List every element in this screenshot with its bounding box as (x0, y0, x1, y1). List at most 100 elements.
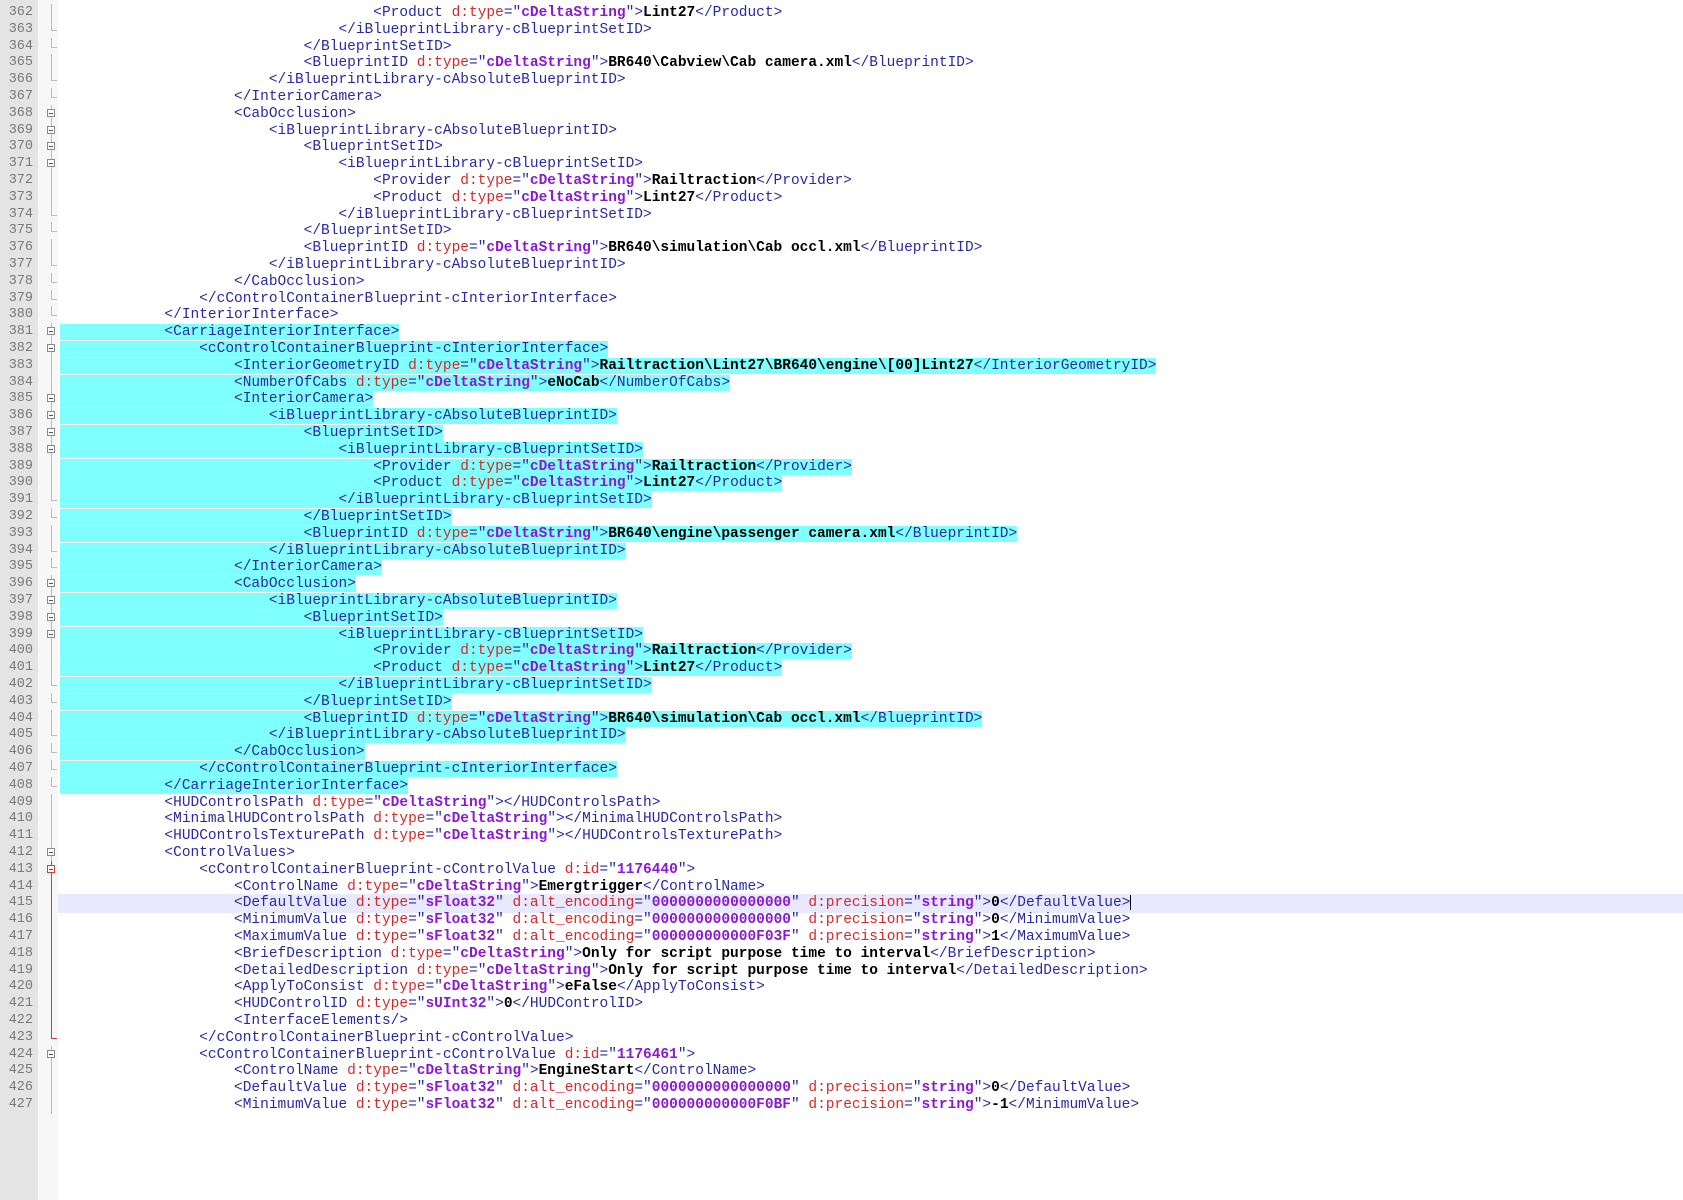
code-text[interactable]: <HUDControlsTexturePath d:type="cDeltaSt… (60, 827, 782, 845)
code-line[interactable]: 414 <ControlName d:type="cDeltaString">E… (0, 877, 1683, 896)
code-line[interactable]: 424 <cControlContainerBlueprint-cControl… (0, 1045, 1683, 1064)
fold-toggle-icon[interactable] (40, 390, 60, 409)
code-line[interactable]: 393 <BlueprintID d:type="cDeltaString">B… (0, 524, 1683, 543)
code-line[interactable]: 383 <InteriorGeometryID d:type="cDeltaSt… (0, 356, 1683, 375)
code-text[interactable]: </iBlueprintLibrary-cBlueprintSetID> (60, 491, 652, 509)
code-line[interactable]: 389 <Provider d:type="cDeltaString">Rail… (0, 457, 1683, 476)
code-line[interactable]: 409 <HUDControlsPath d:type="cDeltaStrin… (0, 793, 1683, 812)
code-line[interactable]: 418 <BriefDescription d:type="cDeltaStri… (0, 944, 1683, 963)
code-text[interactable]: <cControlContainerBlueprint-cControlValu… (60, 1046, 695, 1064)
code-line[interactable]: 421 <HUDControlID d:type="sUInt32">0</HU… (0, 995, 1683, 1014)
code-line[interactable]: 407 </cControlContainerBlueprint-cInteri… (0, 760, 1683, 779)
code-line[interactable]: 382 <cControlContainerBlueprint-cInterio… (0, 340, 1683, 359)
code-text[interactable]: <InteriorGeometryID d:type="cDeltaString… (60, 357, 1157, 375)
code-text[interactable]: <DefaultValue d:type="sFloat32" d:alt_en… (60, 894, 1132, 912)
code-line[interactable]: 419 <DetailedDescription d:type="cDeltaS… (0, 961, 1683, 980)
code-text[interactable]: <NumberOfCabs d:type="cDeltaString">eNoC… (60, 374, 731, 392)
code-text[interactable]: <InteriorCamera> (60, 390, 374, 408)
code-text[interactable]: <ControlName d:type="cDeltaString">Emerg… (60, 878, 765, 896)
fold-toggle-icon[interactable] (40, 1045, 60, 1064)
code-line[interactable]: 392 </BlueprintSetID> (0, 508, 1683, 527)
code-line[interactable]: 413 <cControlContainerBlueprint-cControl… (0, 860, 1683, 879)
code-text[interactable]: </BlueprintSetID> (60, 222, 452, 240)
code-text[interactable]: <cControlContainerBlueprint-cInteriorInt… (60, 340, 609, 358)
code-text[interactable]: </InteriorInterface> (60, 306, 338, 324)
fold-toggle-icon[interactable] (40, 844, 60, 863)
code-text[interactable]: <iBlueprintLibrary-cBlueprintSetID> (60, 626, 644, 644)
code-line[interactable]: 406 </CabOcclusion> (0, 743, 1683, 762)
code-text[interactable]: </CarriageInteriorInterface> (60, 777, 409, 795)
code-text[interactable]: <Product d:type="cDeltaString">Lint27</P… (60, 659, 783, 677)
code-text[interactable]: <BriefDescription d:type="cDeltaString">… (60, 945, 1095, 963)
code-line[interactable]: 400 <Provider d:type="cDeltaString">Rail… (0, 642, 1683, 661)
code-text[interactable]: </iBlueprintLibrary-cAbsoluteBlueprintID… (60, 726, 626, 744)
code-text[interactable]: <Product d:type="cDeltaString">Lint27</P… (60, 189, 782, 207)
code-text[interactable]: <MinimalHUDControlsPath d:type="cDeltaSt… (60, 810, 782, 828)
code-line[interactable]: 386 <iBlueprintLibrary-cAbsoluteBlueprin… (0, 407, 1683, 426)
code-text[interactable]: </CabOcclusion> (60, 743, 365, 761)
code-text[interactable]: <iBlueprintLibrary-cAbsoluteBlueprintID> (60, 122, 617, 140)
code-line[interactable]: 416 <MinimumValue d:type="sFloat32" d:al… (0, 911, 1683, 930)
code-text[interactable]: <HUDControlID d:type="sUInt32">0</HUDCon… (60, 995, 643, 1013)
code-line[interactable]: 387 <BlueprintSetID> (0, 424, 1683, 443)
code-line[interactable]: 363 </iBlueprintLibrary-cBlueprintSetID> (0, 20, 1683, 39)
code-text[interactable]: </BlueprintSetID> (60, 693, 452, 711)
code-text[interactable]: <Provider d:type="cDeltaString">Railtrac… (60, 172, 852, 190)
fold-toggle-icon[interactable] (40, 121, 60, 140)
code-line[interactable]: 362 <Product d:type="cDeltaString">Lint2… (0, 4, 1683, 23)
code-text[interactable]: <BlueprintSetID> (60, 424, 443, 442)
code-text[interactable]: </iBlueprintLibrary-cAbsoluteBlueprintID… (60, 256, 626, 274)
code-text[interactable]: </iBlueprintLibrary-cAbsoluteBlueprintID… (60, 71, 626, 89)
code-text[interactable]: </BlueprintSetID> (60, 38, 452, 56)
fold-toggle-icon[interactable] (40, 440, 60, 459)
fold-toggle-icon[interactable] (40, 424, 60, 443)
code-text[interactable]: <ControlValues> (60, 844, 295, 862)
code-line[interactable]: 412 <ControlValues> (0, 844, 1683, 863)
code-line[interactable]: 408 </CarriageInteriorInterface> (0, 776, 1683, 795)
code-text[interactable]: <CabOcclusion> (60, 575, 356, 593)
fold-toggle-icon[interactable] (40, 407, 60, 426)
code-line[interactable]: 369 <iBlueprintLibrary-cAbsoluteBlueprin… (0, 121, 1683, 140)
code-line[interactable]: 395 </InteriorCamera> (0, 558, 1683, 577)
code-text[interactable]: <CarriageInteriorInterface> (60, 323, 400, 341)
fold-toggle-icon[interactable] (40, 860, 60, 879)
code-text[interactable]: </BlueprintSetID> (60, 508, 452, 526)
code-text[interactable]: <DetailedDescription d:type="cDeltaStrin… (60, 962, 1148, 980)
code-text[interactable]: <ApplyToConsist d:type="cDeltaString">eF… (60, 978, 765, 996)
code-line[interactable]: 404 <BlueprintID d:type="cDeltaString">B… (0, 709, 1683, 728)
code-text[interactable]: <MinimumValue d:type="sFloat32" d:alt_en… (60, 1096, 1139, 1114)
code-text[interactable]: <Provider d:type="cDeltaString">Railtrac… (60, 642, 852, 660)
code-line[interactable]: 390 <Product d:type="cDeltaString">Lint2… (0, 474, 1683, 493)
code-text[interactable]: <ControlName d:type="cDeltaString">Engin… (60, 1062, 756, 1080)
code-text[interactable]: <BlueprintID d:type="cDeltaString">BR640… (60, 710, 983, 728)
code-line[interactable]: 368 <CabOcclusion> (0, 104, 1683, 123)
code-text[interactable]: </iBlueprintLibrary-cAbsoluteBlueprintID… (60, 542, 626, 560)
code-text[interactable]: </cControlContainerBlueprint-cControlVal… (60, 1029, 573, 1047)
code-line[interactable]: 375 </BlueprintSetID> (0, 222, 1683, 241)
code-line[interactable]: 366 </iBlueprintLibrary-cAbsoluteBluepri… (0, 71, 1683, 90)
code-line[interactable]: 423 </cControlContainerBlueprint-cContro… (0, 1028, 1683, 1047)
code-text[interactable]: <MaximumValue d:type="sFloat32" d:alt_en… (60, 928, 1130, 946)
code-line[interactable]: 365 <BlueprintID d:type="cDeltaString">B… (0, 54, 1683, 73)
code-line[interactable]: 388 <iBlueprintLibrary-cBlueprintSetID> (0, 440, 1683, 459)
code-text[interactable]: </iBlueprintLibrary-cBlueprintSetID> (60, 21, 651, 39)
code-text[interactable]: </iBlueprintLibrary-cBlueprintSetID> (60, 676, 652, 694)
code-line[interactable]: 422 <InterfaceElements/> (0, 1012, 1683, 1031)
code-line[interactable]: 374 </iBlueprintLibrary-cBlueprintSetID> (0, 205, 1683, 224)
code-text[interactable]: <DefaultValue d:type="sFloat32" d:alt_en… (60, 1079, 1130, 1097)
fold-toggle-icon[interactable] (40, 155, 60, 174)
code-text[interactable]: <iBlueprintLibrary-cBlueprintSetID> (60, 441, 644, 459)
code-line[interactable]: 398 <BlueprintSetID> (0, 608, 1683, 627)
code-line[interactable]: 427 <MinimumValue d:type="sFloat32" d:al… (0, 1096, 1683, 1115)
code-text[interactable]: <iBlueprintLibrary-cBlueprintSetID> (60, 155, 643, 173)
code-line[interactable]: 415 <DefaultValue d:type="sFloat32" d:al… (0, 894, 1683, 913)
code-line[interactable]: 364 </BlueprintSetID> (0, 37, 1683, 56)
fold-toggle-icon[interactable] (40, 575, 60, 594)
code-line[interactable]: 372 <Provider d:type="cDeltaString">Rail… (0, 172, 1683, 191)
code-line[interactable]: 371 <iBlueprintLibrary-cBlueprintSetID> (0, 155, 1683, 174)
code-line[interactable]: 385 <InteriorCamera> (0, 390, 1683, 409)
code-text[interactable]: <BlueprintID d:type="cDeltaString">BR640… (60, 525, 1018, 543)
code-text[interactable]: <BlueprintSetID> (60, 138, 443, 156)
code-text[interactable]: <Product d:type="cDeltaString">Lint27</P… (60, 4, 782, 22)
code-text[interactable]: <iBlueprintLibrary-cAbsoluteBlueprintID> (60, 592, 617, 610)
